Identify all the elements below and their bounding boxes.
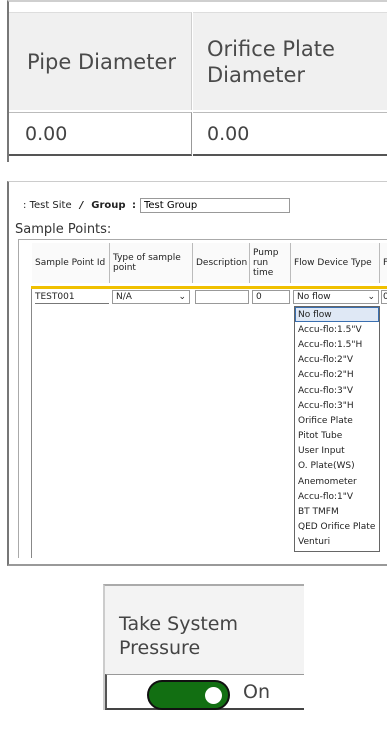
- row-highlight-bar: [31, 286, 387, 289]
- pipe-diameter-table: Pipe Diameter Orifice Plate Diameter 0.0…: [7, 0, 387, 162]
- pump-run-time-value: 0: [256, 292, 262, 302]
- system-pressure-title: Take System Pressure: [119, 613, 239, 659]
- flow-device-type-dropdown: No flow Accu-flo:1.5"V Accu-flo:1.5"H Ac…: [294, 306, 380, 552]
- dropdown-option[interactable]: Accu-flo:1.5"H: [295, 337, 379, 352]
- column-header-description[interactable]: Description: [193, 243, 250, 283]
- truncated-cell-value: 0: [383, 292, 387, 302]
- dropdown-option[interactable]: Accu-flo:3"V: [295, 383, 379, 398]
- dropdown-option[interactable]: User Input: [295, 444, 379, 459]
- dropdown-option[interactable]: Venturi: [295, 535, 379, 550]
- orifice-plate-diameter-header: Orifice Plate Diameter: [193, 12, 387, 110]
- breadcrumb-separator: /: [79, 199, 84, 211]
- group-colon: :: [131, 199, 136, 211]
- dropdown-option[interactable]: No flow: [295, 307, 379, 323]
- toggle-knob: [205, 687, 222, 704]
- system-pressure-toggle[interactable]: [147, 680, 230, 710]
- sample-points-panel: : Test Site / Group : Sample Points: Sam…: [7, 181, 387, 566]
- flow-device-type-select[interactable]: No flow ⌄: [293, 290, 379, 304]
- breadcrumb: : Test Site / Group :: [23, 196, 290, 214]
- dropdown-option[interactable]: Pitot Tube: [295, 429, 379, 444]
- dropdown-option[interactable]: QED Orifice Plate: [295, 520, 379, 535]
- column-header-sample-point-id[interactable]: Sample Point Id: [32, 243, 110, 283]
- dropdown-option[interactable]: Accu-flo:1"V: [295, 489, 379, 504]
- dropdown-option[interactable]: Orifice Plate: [295, 413, 379, 428]
- pipe-diameter-cell[interactable]: 0.00: [9, 112, 192, 156]
- column-header-flow-device-type[interactable]: Flow Device Type: [291, 243, 380, 283]
- pipe-diameter-header: Pipe Diameter: [9, 12, 192, 110]
- chevron-down-icon: ⌄: [178, 292, 186, 302]
- toggle-row: On: [105, 674, 304, 710]
- group-input[interactable]: [139, 197, 290, 213]
- sample-point-id-value: TEST001: [35, 291, 75, 302]
- truncated-cell[interactable]: 0: [381, 290, 387, 304]
- sample-points-title: Sample Points:: [15, 222, 112, 237]
- dropdown-option[interactable]: Accu-flo:1.5"V: [295, 322, 379, 337]
- pump-run-time-cell[interactable]: 0: [252, 290, 290, 304]
- column-header-pump-run-time[interactable]: Pump run time: [250, 243, 291, 283]
- dropdown-option[interactable]: Anemometer: [295, 474, 379, 489]
- dropdown-option[interactable]: O. Plate(WS): [295, 459, 379, 474]
- type-of-sample-point-value: N/A: [116, 292, 132, 302]
- dropdown-option[interactable]: BT TMFM: [295, 504, 379, 519]
- description-cell[interactable]: [195, 290, 249, 304]
- sample-point-id-cell[interactable]: TEST001: [35, 290, 109, 304]
- toggle-state-label: On: [243, 681, 270, 703]
- group-label: Group: [91, 199, 126, 211]
- dropdown-option[interactable]: Accu-flo:2"V: [295, 353, 379, 368]
- column-header-truncated: F: [380, 243, 387, 283]
- orifice-plate-diameter-cell[interactable]: 0.00: [193, 112, 387, 156]
- grid-left-border: [31, 289, 32, 558]
- type-of-sample-point-select[interactable]: N/A ⌄: [112, 290, 190, 304]
- system-pressure-card: Take System Pressure On: [103, 584, 304, 710]
- column-header-type-of-sample-point[interactable]: Type of sample point: [110, 243, 193, 283]
- site-name: Test Site: [29, 199, 72, 211]
- chevron-down-icon: ⌄: [367, 292, 375, 302]
- dropdown-option[interactable]: Accu-flo:2"H: [295, 368, 379, 383]
- dropdown-option[interactable]: Accu-flo:3"H: [295, 398, 379, 413]
- flow-device-type-value: No flow: [297, 292, 331, 302]
- site-prefix: :: [23, 199, 27, 211]
